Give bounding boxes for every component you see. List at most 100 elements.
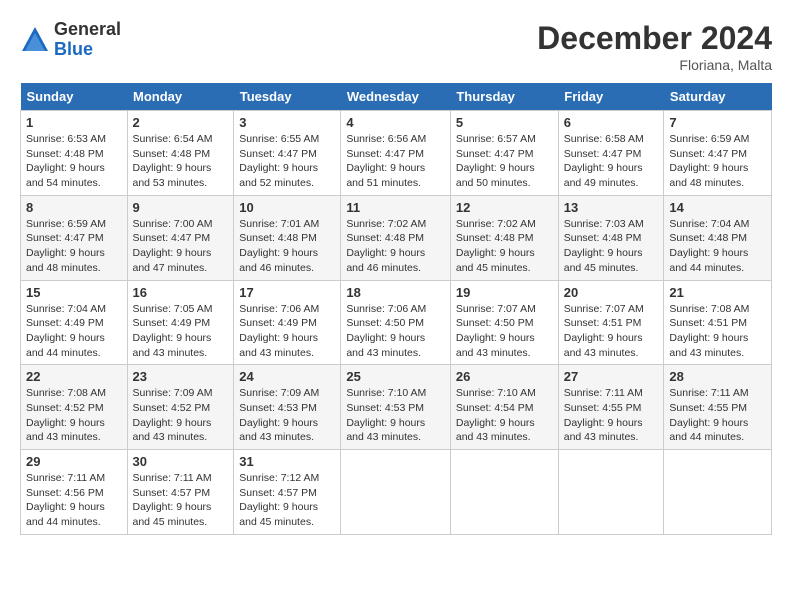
logo-general: General bbox=[54, 20, 121, 40]
day-info: Sunrise: 6:58 AMSunset: 4:47 PMDaylight:… bbox=[564, 132, 659, 191]
calendar-cell: 11 Sunrise: 7:02 AMSunset: 4:48 PMDayligh… bbox=[341, 195, 451, 280]
day-info: Sunrise: 6:53 AMSunset: 4:48 PMDaylight:… bbox=[26, 132, 122, 191]
day-number: 25 bbox=[346, 369, 445, 384]
day-info: Sunrise: 7:03 AMSunset: 4:48 PMDaylight:… bbox=[564, 217, 659, 276]
calendar-table: SundayMondayTuesdayWednesdayThursdayFrid… bbox=[20, 83, 772, 535]
calendar-cell: 5 Sunrise: 6:57 AMSunset: 4:47 PMDaylight… bbox=[450, 111, 558, 196]
calendar-cell: 22 Sunrise: 7:08 AMSunset: 4:52 PMDayligh… bbox=[21, 365, 128, 450]
day-info: Sunrise: 7:11 AMSunset: 4:57 PMDaylight:… bbox=[133, 471, 229, 530]
day-number: 13 bbox=[564, 200, 659, 215]
calendar-cell: 8 Sunrise: 6:59 AMSunset: 4:47 PMDaylight… bbox=[21, 195, 128, 280]
day-number: 14 bbox=[669, 200, 766, 215]
day-info: Sunrise: 6:59 AMSunset: 4:47 PMDaylight:… bbox=[26, 217, 122, 276]
calendar-cell: 27 Sunrise: 7:11 AMSunset: 4:55 PMDayligh… bbox=[558, 365, 664, 450]
location: Floriana, Malta bbox=[537, 57, 772, 73]
calendar-header-thursday: Thursday bbox=[450, 83, 558, 111]
day-number: 17 bbox=[239, 285, 335, 300]
day-info: Sunrise: 7:07 AMSunset: 4:51 PMDaylight:… bbox=[564, 302, 659, 361]
day-number: 12 bbox=[456, 200, 553, 215]
day-number: 1 bbox=[26, 115, 122, 130]
calendar-cell: 10 Sunrise: 7:01 AMSunset: 4:48 PMDayligh… bbox=[234, 195, 341, 280]
calendar-cell bbox=[558, 450, 664, 535]
calendar-header-wednesday: Wednesday bbox=[341, 83, 451, 111]
calendar-cell: 1 Sunrise: 6:53 AMSunset: 4:48 PMDaylight… bbox=[21, 111, 128, 196]
calendar-cell bbox=[450, 450, 558, 535]
calendar-cell: 15 Sunrise: 7:04 AMSunset: 4:49 PMDayligh… bbox=[21, 280, 128, 365]
day-number: 30 bbox=[133, 454, 229, 469]
day-info: Sunrise: 6:59 AMSunset: 4:47 PMDaylight:… bbox=[669, 132, 766, 191]
day-number: 26 bbox=[456, 369, 553, 384]
day-info: Sunrise: 7:02 AMSunset: 4:48 PMDaylight:… bbox=[346, 217, 445, 276]
day-info: Sunrise: 7:11 AMSunset: 4:55 PMDaylight:… bbox=[564, 386, 659, 445]
day-info: Sunrise: 7:01 AMSunset: 4:48 PMDaylight:… bbox=[239, 217, 335, 276]
day-info: Sunrise: 7:08 AMSunset: 4:51 PMDaylight:… bbox=[669, 302, 766, 361]
day-info: Sunrise: 6:57 AMSunset: 4:47 PMDaylight:… bbox=[456, 132, 553, 191]
calendar-cell: 20Sunrise: 7:07 AMSunset: 4:51 PMDayligh… bbox=[558, 280, 664, 365]
calendar-cell: 21 Sunrise: 7:08 AMSunset: 4:51 PMDayligh… bbox=[664, 280, 772, 365]
day-number: 21 bbox=[669, 285, 766, 300]
day-number: 10 bbox=[239, 200, 335, 215]
day-info: Sunrise: 7:04 AMSunset: 4:48 PMDaylight:… bbox=[669, 217, 766, 276]
day-info: Sunrise: 7:00 AMSunset: 4:47 PMDaylight:… bbox=[133, 217, 229, 276]
calendar-cell: 7Sunrise: 6:59 AMSunset: 4:47 PMDaylight… bbox=[664, 111, 772, 196]
calendar-cell: 25Sunrise: 7:10 AMSunset: 4:53 PMDayligh… bbox=[341, 365, 451, 450]
calendar-cell: 29 Sunrise: 7:11 AMSunset: 4:56 PMDayligh… bbox=[21, 450, 128, 535]
calendar-cell: 30 Sunrise: 7:11 AMSunset: 4:57 PMDayligh… bbox=[127, 450, 234, 535]
day-number: 2 bbox=[133, 115, 229, 130]
calendar-header-monday: Monday bbox=[127, 83, 234, 111]
title-block: December 2024 Floriana, Malta bbox=[537, 20, 772, 73]
calendar-week-2: 8 Sunrise: 6:59 AMSunset: 4:47 PMDaylight… bbox=[21, 195, 772, 280]
calendar-cell: 4Sunrise: 6:56 AMSunset: 4:47 PMDaylight… bbox=[341, 111, 451, 196]
day-number: 9 bbox=[133, 200, 229, 215]
calendar-week-3: 15 Sunrise: 7:04 AMSunset: 4:49 PMDayligh… bbox=[21, 280, 772, 365]
day-info: Sunrise: 7:04 AMSunset: 4:49 PMDaylight:… bbox=[26, 302, 122, 361]
day-info: Sunrise: 7:09 AMSunset: 4:53 PMDaylight:… bbox=[239, 386, 335, 445]
calendar-cell: 31Sunrise: 7:12 AMSunset: 4:57 PMDayligh… bbox=[234, 450, 341, 535]
calendar-week-1: 1 Sunrise: 6:53 AMSunset: 4:48 PMDaylight… bbox=[21, 111, 772, 196]
calendar-cell: 17 Sunrise: 7:06 AMSunset: 4:49 PMDayligh… bbox=[234, 280, 341, 365]
calendar-header-sunday: Sunday bbox=[21, 83, 128, 111]
day-info: Sunrise: 7:08 AMSunset: 4:52 PMDaylight:… bbox=[26, 386, 122, 445]
calendar-header-friday: Friday bbox=[558, 83, 664, 111]
day-number: 19 bbox=[456, 285, 553, 300]
day-number: 28 bbox=[669, 369, 766, 384]
calendar-cell: 24Sunrise: 7:09 AMSunset: 4:53 PMDayligh… bbox=[234, 365, 341, 450]
calendar-week-5: 29 Sunrise: 7:11 AMSunset: 4:56 PMDayligh… bbox=[21, 450, 772, 535]
day-info: Sunrise: 7:06 AMSunset: 4:49 PMDaylight:… bbox=[239, 302, 335, 361]
logo: General Blue bbox=[20, 20, 121, 60]
logo-blue: Blue bbox=[54, 40, 121, 60]
day-number: 5 bbox=[456, 115, 553, 130]
calendar-cell: 2 Sunrise: 6:54 AMSunset: 4:48 PMDaylight… bbox=[127, 111, 234, 196]
day-info: Sunrise: 7:05 AMSunset: 4:49 PMDaylight:… bbox=[133, 302, 229, 361]
calendar-cell: 23Sunrise: 7:09 AMSunset: 4:52 PMDayligh… bbox=[127, 365, 234, 450]
calendar-cell: 9 Sunrise: 7:00 AMSunset: 4:47 PMDaylight… bbox=[127, 195, 234, 280]
calendar-cell: 16Sunrise: 7:05 AMSunset: 4:49 PMDayligh… bbox=[127, 280, 234, 365]
day-number: 18 bbox=[346, 285, 445, 300]
day-info: Sunrise: 7:06 AMSunset: 4:50 PMDaylight:… bbox=[346, 302, 445, 361]
calendar-cell: 18 Sunrise: 7:06 AMSunset: 4:50 PMDayligh… bbox=[341, 280, 451, 365]
calendar-cell: 12 Sunrise: 7:02 AMSunset: 4:48 PMDayligh… bbox=[450, 195, 558, 280]
day-number: 23 bbox=[133, 369, 229, 384]
calendar-body: 1 Sunrise: 6:53 AMSunset: 4:48 PMDaylight… bbox=[21, 111, 772, 535]
day-number: 15 bbox=[26, 285, 122, 300]
day-info: Sunrise: 7:10 AMSunset: 4:54 PMDaylight:… bbox=[456, 386, 553, 445]
calendar-header-saturday: Saturday bbox=[664, 83, 772, 111]
day-number: 4 bbox=[346, 115, 445, 130]
day-info: Sunrise: 6:55 AMSunset: 4:47 PMDaylight:… bbox=[239, 132, 335, 191]
calendar-cell bbox=[341, 450, 451, 535]
day-info: Sunrise: 7:02 AMSunset: 4:48 PMDaylight:… bbox=[456, 217, 553, 276]
calendar-cell: 13 Sunrise: 7:03 AMSunset: 4:48 PMDayligh… bbox=[558, 195, 664, 280]
day-number: 11 bbox=[346, 200, 445, 215]
day-info: Sunrise: 7:11 AMSunset: 4:56 PMDaylight:… bbox=[26, 471, 122, 530]
day-info: Sunrise: 6:54 AMSunset: 4:48 PMDaylight:… bbox=[133, 132, 229, 191]
day-number: 29 bbox=[26, 454, 122, 469]
day-number: 3 bbox=[239, 115, 335, 130]
day-number: 6 bbox=[564, 115, 659, 130]
calendar-week-4: 22 Sunrise: 7:08 AMSunset: 4:52 PMDayligh… bbox=[21, 365, 772, 450]
day-number: 8 bbox=[26, 200, 122, 215]
day-number: 22 bbox=[26, 369, 122, 384]
day-number: 27 bbox=[564, 369, 659, 384]
logo-icon bbox=[20, 25, 50, 55]
calendar-header-row: SundayMondayTuesdayWednesdayThursdayFrid… bbox=[21, 83, 772, 111]
calendar-cell: 6 Sunrise: 6:58 AMSunset: 4:47 PMDaylight… bbox=[558, 111, 664, 196]
